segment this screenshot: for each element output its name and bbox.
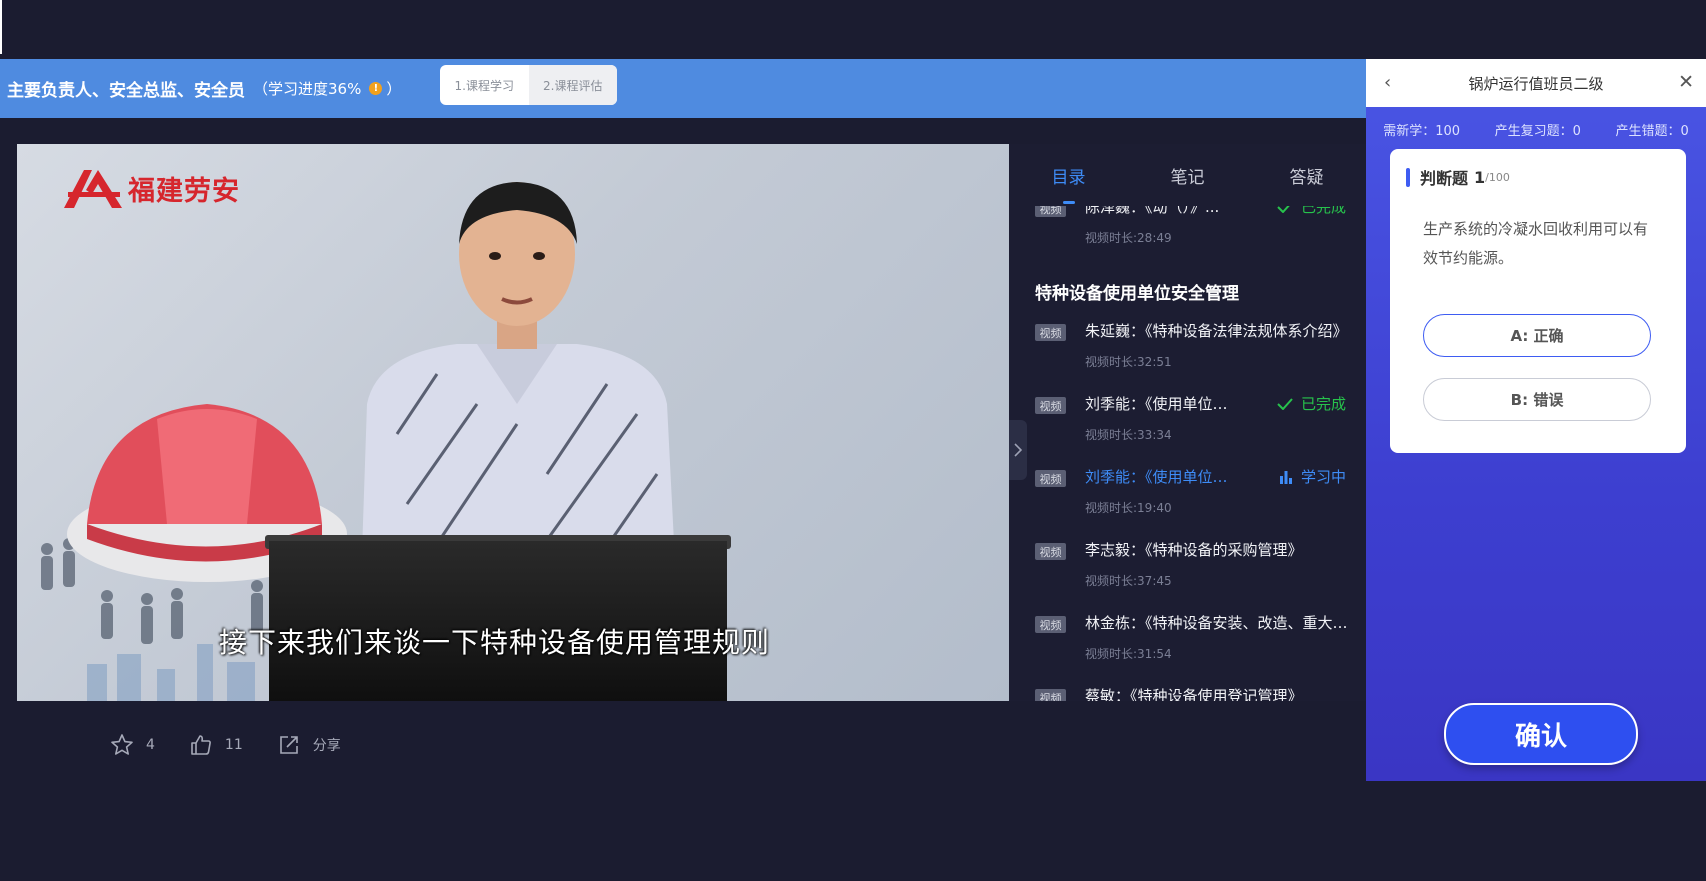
stat-new: 需新学：100 [1383, 124, 1461, 139]
share-label: 分享 [312, 738, 341, 754]
status-label: 已完成 [1300, 206, 1346, 216]
question-text: 生产系统的冷凝水回收利用可以有效节约能源。 [1423, 220, 1649, 267]
lesson-name: 蔡敏：《特种设备使用登记管理》 [1085, 687, 1303, 701]
lesson-duration: 视频时长:33:34 [1085, 428, 1172, 442]
video-badge: 视频 [1035, 470, 1066, 487]
video-badge: 视频 [1035, 324, 1066, 341]
question-type-label: 判断题 [1420, 169, 1469, 188]
check-icon [1277, 206, 1290, 213]
quiz-title: 锅炉运行值班员二级 [1468, 74, 1604, 93]
video-badge: 视频 [1035, 543, 1066, 560]
section-title: 特种设备使用单位安全管理 [1035, 284, 1239, 304]
confirm-button[interactable]: 确认 [1444, 703, 1638, 765]
star-icon [111, 734, 133, 755]
lesson-name: 刘季能：《使用单位安全管理》 [1085, 468, 1241, 486]
question-card: 判断题 1 /100 生产系统的冷凝水回收利用可以有效节约能源。 A: 正确 B… [1390, 149, 1686, 453]
question-total: /100 [1485, 170, 1510, 184]
course-header: 主要负责人、安全总监、安全员 （学习进度36% ! ） 1.课程学习 2.课程评… [0, 59, 1366, 118]
lesson-duration: 视频时长:31:54 [1085, 647, 1172, 661]
video-subtitle: 接下来我们来谈一下特种设备使用管理规则 [219, 626, 771, 659]
list-item[interactable]: 视频 刘季能：《使用单位安全管理》 学习中 视频时长:19:40 [1009, 462, 1366, 535]
accent-bar [1406, 167, 1410, 187]
list-item[interactable]: 视频 朱延巍：《特种设备法律法规体系介绍》 视频时长:32:51 [1009, 316, 1366, 389]
back-icon[interactable]: ‹ [1384, 72, 1391, 93]
question-type: 判断题 1 /100 [1406, 165, 1510, 189]
progress-close: ） [386, 80, 402, 98]
check-icon [1277, 397, 1293, 410]
bar-chart-icon [1279, 470, 1292, 484]
lesson-duration: 视频时长:28:49 [1085, 231, 1172, 245]
list-item[interactable]: 视频 陈泽巍：《动（）》... 已完成 视频时长:28:49 [1009, 206, 1366, 265]
chevron-right-icon [1014, 443, 1022, 457]
lesson-status: 已完成 [1277, 393, 1346, 414]
video-player[interactable]: 福建劳安 接下来我们来谈一下特种设备使用管理规则 [17, 144, 1009, 701]
list-item[interactable]: 视频 蔡敏：《特种设备使用登记管理》 [1009, 681, 1366, 701]
brand-logo-icon [64, 170, 122, 208]
list-item[interactable]: 视频 李志毅：《特种设备的采购管理》 视频时长:37:45 [1009, 535, 1366, 608]
lesson-duration: 视频时长:19:40 [1085, 501, 1172, 515]
tab-notes[interactable]: 笔记 [1128, 144, 1247, 206]
thumbs-up-icon [191, 735, 211, 755]
option-a-button[interactable]: A: 正确 [1423, 314, 1651, 357]
course-title: 主要负责人、安全总监、安全员 [7, 81, 245, 101]
quiz-stats: 需新学：100 产生复习题：0 产生错题：0 [1366, 120, 1706, 139]
close-icon[interactable]: ✕ [1678, 71, 1694, 93]
lesson-name: 李志毅：《特种设备的采购管理》 [1085, 541, 1303, 559]
lesson-name: 陈泽巍：《动（）》... [1085, 206, 1220, 216]
brand-logo-text: 福建劳安 [128, 175, 240, 207]
lesson-list[interactable]: 视频 陈泽巍：《动（）》... 已完成 视频时长:28:49 特种设备使用单位安… [1009, 206, 1366, 701]
stat-review: 产生复习题：0 [1494, 124, 1581, 139]
study-progress: （学习进度36% ! ） [253, 78, 401, 99]
status-label: 已完成 [1300, 395, 1346, 413]
video-actions: 4 11 分享 [110, 733, 375, 757]
video-badge: 视频 [1035, 397, 1066, 414]
lesson-status: 已完成 [1277, 206, 1346, 217]
question-number: 1 [1474, 167, 1486, 187]
lesson-name: 刘季能：《使用单位安全管理》 [1085, 395, 1241, 413]
progress-label: （学习进度36% [253, 80, 362, 98]
course-catalog-panel: 目录 笔记 答疑 视频 陈泽巍：《动（）》... 已完成 视频时长:28:49 … [1009, 144, 1366, 701]
share-button[interactable]: 分享 [277, 733, 341, 757]
lesson-name: 朱延巍：《特种设备法律法规体系介绍》 [1085, 322, 1348, 340]
step-course-evaluation[interactable]: 2.课程评估 [528, 65, 617, 105]
option-b-button[interactable]: B: 错误 [1423, 378, 1651, 421]
video-badge: 视频 [1035, 689, 1066, 701]
step-course-study[interactable]: 1.课程学习 [440, 65, 529, 105]
lesson-name: 林金栋：《特种设备安装、改造、重大修理》 [1085, 614, 1355, 632]
panel-tabs: 目录 笔记 答疑 [1009, 144, 1366, 206]
favorite-count: 4 [146, 737, 155, 753]
lesson-duration: 视频时长:32:51 [1085, 355, 1172, 369]
video-badge: 视频 [1035, 206, 1066, 217]
lesson-status: 学习中 [1279, 466, 1346, 487]
lesson-duration: 视频时长:37:45 [1085, 574, 1172, 588]
video-badge: 视频 [1035, 616, 1066, 633]
like-count: 11 [224, 737, 243, 753]
tab-qa[interactable]: 答疑 [1247, 144, 1366, 206]
stat-wrong: 产生错题：0 [1615, 124, 1689, 139]
status-label: 学习中 [1300, 468, 1346, 486]
list-item[interactable]: 视频 林金栋：《特种设备安装、改造、重大修理》 视频时长:31:54 [1009, 608, 1366, 681]
share-icon [279, 736, 298, 754]
list-item[interactable]: 视频 刘季能：《使用单位安全管理》 已完成 视频时长:33:34 [1009, 389, 1366, 462]
collapse-panel-handle[interactable] [1009, 420, 1027, 480]
brand-logo: 福建劳安 [62, 166, 240, 210]
course-steps: 1.课程学习 2.课程评估 [440, 65, 617, 105]
info-icon[interactable]: ! [369, 82, 383, 95]
tab-catalog[interactable]: 目录 [1009, 144, 1128, 206]
quiz-panel: ‹ 锅炉运行值班员二级 ✕ 需新学：100 产生复习题：0 产生错题：0 判断题… [1366, 59, 1706, 781]
quiz-header: ‹ 锅炉运行值班员二级 ✕ [1366, 59, 1706, 107]
text-cursor [0, 0, 2, 54]
favorite-button[interactable]: 4 [110, 733, 155, 757]
like-button[interactable]: 11 [189, 733, 243, 757]
